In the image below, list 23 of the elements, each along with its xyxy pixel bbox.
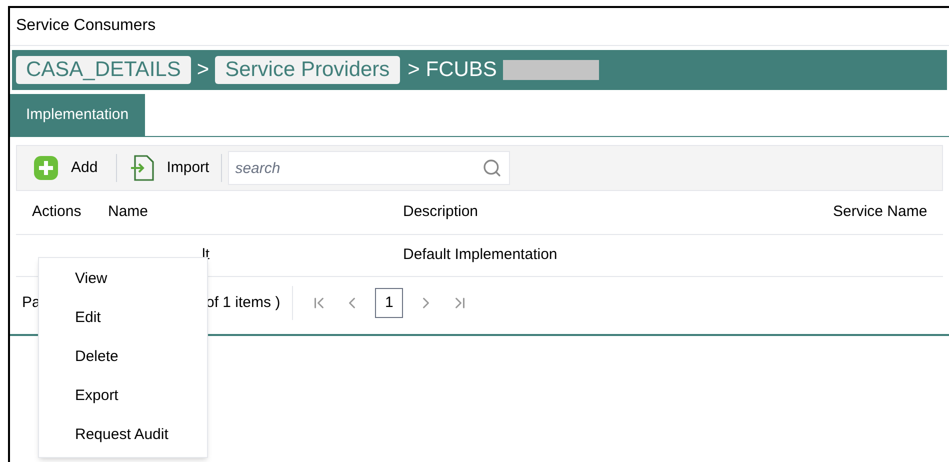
menu-item[interactable]: Delete (39, 338, 207, 377)
breadcrumb-separator: > (196, 57, 210, 84)
table-cell: Default Implementation (403, 246, 558, 264)
page-number[interactable]: 1 (375, 288, 404, 318)
column-header: Name (108, 203, 148, 220)
breadcrumb-link[interactable]: CASA_DETAILS (16, 56, 191, 84)
menu-item[interactable]: Edit (39, 299, 207, 338)
breadcrumb-current: > FCUBS (408, 57, 497, 84)
menu-item[interactable]: Request Audit (39, 416, 207, 455)
column-header: Description (403, 203, 478, 220)
search-field[interactable]: search (228, 151, 510, 185)
menu-item[interactable]: Export (39, 377, 207, 416)
column-header: Actions (32, 203, 82, 220)
menu-item[interactable]: View (39, 260, 207, 299)
column-header: Service Name (833, 203, 928, 220)
toolbar-button[interactable]: Add (33, 155, 104, 181)
tab[interactable]: Implementation (10, 94, 145, 136)
page-title: Service Consumers (10, 8, 949, 46)
import-icon (128, 154, 155, 182)
search-icon (482, 158, 502, 178)
breadcrumb-link[interactable]: Service Providers (215, 56, 400, 84)
toolbar-button[interactable]: Import (128, 154, 216, 182)
plus-icon (33, 155, 59, 181)
